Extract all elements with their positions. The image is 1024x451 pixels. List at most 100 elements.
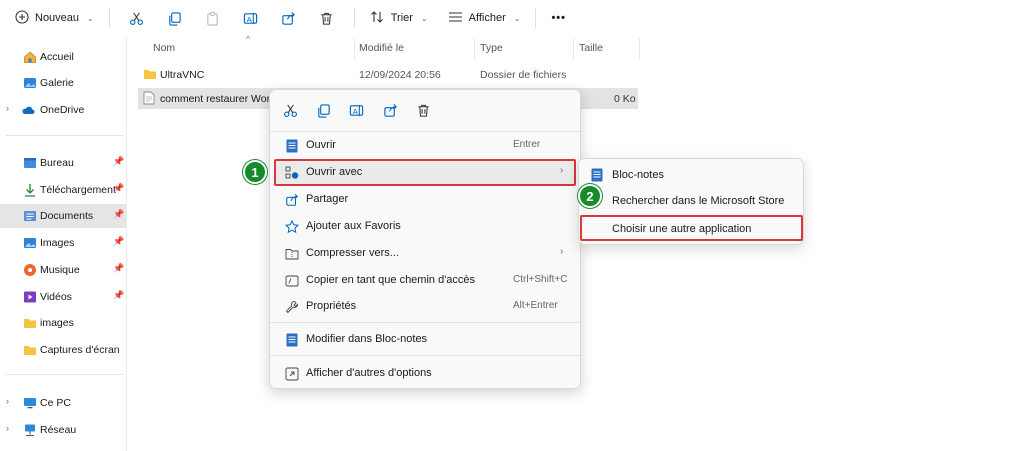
sidebar-item-videos[interactable]: Vidéos 📌 <box>0 285 126 309</box>
folder-icon <box>23 343 37 357</box>
notepad-icon <box>591 168 605 182</box>
share-button[interactable] <box>276 4 302 32</box>
command-bar: Nouveau ⌄ A Trier ⌄ Afficher ⌄ ••• <box>0 0 1024 36</box>
pin-icon[interactable]: 📌 <box>113 236 124 247</box>
rename-button[interactable]: A <box>238 4 264 32</box>
delete-icon[interactable] <box>414 101 432 119</box>
menu-item-add-favorites[interactable]: Ajouter aux Favoris <box>275 214 575 239</box>
pictures-icon <box>23 236 37 250</box>
sidebar-item-label: Accueil <box>40 51 74 63</box>
sidebar-item-pictures[interactable]: Images 📌 <box>0 231 126 255</box>
column-divider[interactable] <box>354 38 355 60</box>
sidebar-item-screenshots[interactable]: Captures d'écran <box>0 338 126 362</box>
new-button[interactable]: Nouveau ⌄ <box>8 4 101 32</box>
pin-icon[interactable]: 📌 <box>113 183 124 194</box>
share-icon <box>284 192 299 207</box>
chevron-right-icon[interactable]: › <box>6 423 9 433</box>
column-header-name[interactable]: Nom <box>153 42 175 54</box>
menu-item-copy-path[interactable]: Copier en tant que chemin d'accès Ctrl+S… <box>275 268 575 293</box>
sidebar-item-gallery[interactable]: Galerie <box>0 71 126 95</box>
column-header-modified[interactable]: Modifié le <box>359 42 404 54</box>
sidebar-item-downloads[interactable]: Téléchargement 📌 <box>0 178 126 202</box>
highlight-open-with <box>274 159 576 186</box>
submenu-item-notepad[interactable]: Bloc-notes <box>583 163 801 187</box>
column-divider[interactable] <box>573 38 574 60</box>
notepad-icon <box>284 138 299 153</box>
column-header-type[interactable]: Type <box>480 42 503 54</box>
menu-divider <box>270 322 580 323</box>
pin-icon[interactable]: 📌 <box>113 263 124 274</box>
sidebar-item-label: Musique <box>40 264 80 276</box>
share-icon <box>282 11 296 25</box>
delete-icon <box>321 12 332 25</box>
sidebar-divider <box>6 135 124 136</box>
svg-text:A: A <box>247 14 252 23</box>
new-button-label: Nouveau <box>35 12 80 24</box>
pin-icon[interactable]: 📌 <box>113 156 124 167</box>
documents-icon <box>23 209 37 223</box>
navigation-pane: Accueil Galerie › OneDrive Bureau 📌 Télé… <box>0 36 127 451</box>
menu-item-properties[interactable]: Propriétés Alt+Entrer <box>275 294 575 319</box>
sidebar-item-home[interactable]: Accueil <box>0 45 126 69</box>
menu-item-share[interactable]: Partager <box>275 187 575 212</box>
submenu-item-microsoft-store[interactable]: Rechercher dans le Microsoft Store <box>583 189 801 213</box>
sidebar-item-label: OneDrive <box>40 104 85 116</box>
sidebar-item-label: Bureau <box>40 157 74 169</box>
share-icon[interactable] <box>381 101 399 119</box>
rename-icon[interactable]: A <box>347 101 365 119</box>
more-options-button[interactable]: ••• <box>544 4 573 32</box>
toolbar-divider <box>108 8 110 28</box>
menu-item-open[interactable]: Ouvrir Entrer <box>275 133 575 158</box>
chevron-down-icon: ⌄ <box>87 13 94 23</box>
toolbar-divider <box>353 8 355 28</box>
context-quick-actions: A <box>270 90 582 128</box>
cut-icon[interactable] <box>281 101 299 119</box>
star-icon <box>284 219 299 234</box>
menu-item-edit-notepad[interactable]: Modifier dans Bloc-notes <box>275 327 575 352</box>
file-modified: 12/09/2024 20:56 <box>359 69 441 81</box>
file-size: 0 Ko <box>614 93 636 105</box>
chevron-right-icon[interactable]: › <box>6 103 9 113</box>
menu-item-label: Modifier dans Bloc-notes <box>306 333 428 345</box>
sidebar-item-documents[interactable]: Documents 📌 <box>0 204 126 228</box>
sidebar-item-music[interactable]: Musique 📌 <box>0 258 126 282</box>
delete-button[interactable] <box>314 4 340 32</box>
computer-icon <box>23 396 37 410</box>
sidebar-item-onedrive[interactable]: › OneDrive <box>0 98 126 122</box>
cut-icon <box>130 12 144 25</box>
column-header-size[interactable]: Taille <box>579 42 603 54</box>
sidebar-item-label: Documents <box>40 210 94 222</box>
sort-button[interactable]: Trier ⌄ <box>363 4 435 32</box>
sidebar-item-label: Téléchargement <box>40 184 116 196</box>
sidebar-item-desktop[interactable]: Bureau 📌 <box>0 151 126 175</box>
cloud-icon <box>21 103 35 117</box>
sidebar-item-label: images <box>40 317 74 329</box>
pin-icon[interactable]: 📌 <box>113 209 124 220</box>
chevron-right-icon[interactable]: › <box>6 396 9 406</box>
menu-item-compress[interactable]: Compresser vers... › <box>275 241 575 266</box>
copy-icon <box>169 11 181 26</box>
table-row[interactable]: UltraVNC 12/09/2024 20:56 Dossier de fic… <box>138 64 638 85</box>
cut-button[interactable] <box>124 4 150 32</box>
chevron-down-icon: ⌄ <box>420 13 428 23</box>
column-divider[interactable] <box>639 38 640 60</box>
sidebar-item-network[interactable]: › Réseau <box>0 418 126 442</box>
sidebar-item-label: Galerie <box>40 77 74 89</box>
menu-item-label: Partager <box>306 193 349 205</box>
view-button[interactable]: Afficher ⌄ <box>441 4 528 32</box>
desktop-folder-icon <box>23 156 37 170</box>
paste-icon <box>207 11 218 26</box>
pin-icon[interactable]: 📌 <box>113 290 124 301</box>
file-name: comment restaurer Word <box>160 93 276 105</box>
chevron-right-icon: › <box>560 246 564 257</box>
sidebar-item-this-pc[interactable]: › Ce PC <box>0 391 126 415</box>
paste-button[interactable] <box>200 4 226 32</box>
sidebar-item-label: Vidéos <box>40 291 72 303</box>
menu-item-more-options[interactable]: Afficher d'autres d'options <box>275 361 575 386</box>
sidebar-item-images-folder[interactable]: images <box>0 311 126 335</box>
copy-button[interactable] <box>162 4 188 32</box>
gallery-icon <box>23 76 37 90</box>
column-divider[interactable] <box>474 38 475 60</box>
toolbar-divider <box>535 8 537 28</box>
copy-icon[interactable] <box>314 101 332 119</box>
